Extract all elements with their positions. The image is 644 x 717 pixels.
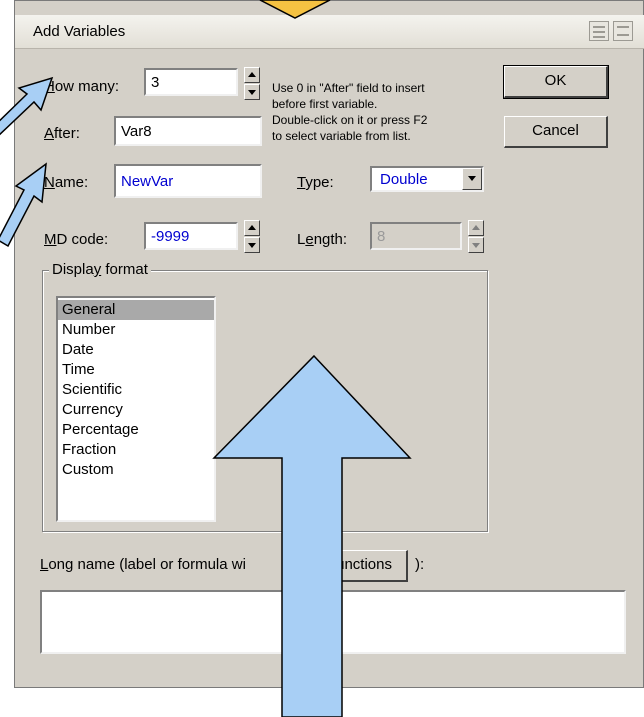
length-label: Length:: [297, 231, 348, 248]
window-title: Add Variables: [33, 23, 126, 40]
long-name-label: Long name (label or formula wi: [40, 556, 246, 573]
cancel-button[interactable]: Cancel: [504, 116, 608, 148]
list-item[interactable]: Scientific: [58, 380, 214, 400]
ok-button[interactable]: OK: [503, 65, 609, 99]
list-item[interactable]: Fraction: [58, 440, 214, 460]
md-code-input[interactable]: [144, 222, 238, 250]
list-item[interactable]: Time: [58, 360, 214, 380]
how-many-label: How many:: [44, 78, 120, 95]
display-format-title: Display format: [49, 261, 151, 278]
type-select[interactable]: Double: [370, 166, 484, 192]
length-stepper: [468, 220, 484, 254]
display-format-list[interactable]: General Number Date Time Scientific Currency P…: [56, 296, 216, 522]
after-input[interactable]: [114, 116, 262, 146]
functions-button[interactable]: unctions: [300, 550, 408, 582]
name-label: Name:: [44, 174, 89, 191]
list-item[interactable]: Number: [58, 320, 214, 340]
list-item[interactable]: Date: [58, 340, 214, 360]
type-label: Type:: [297, 174, 334, 191]
after-hint-text: Use 0 in "After" field to insert before …: [272, 81, 428, 143]
after-label: After:: [44, 125, 80, 142]
md-code-label: MD code:: [44, 231, 109, 248]
how-many-stepper[interactable]: [244, 67, 260, 101]
title-bar: Add Variables: [15, 15, 644, 49]
split-icon[interactable]: [613, 21, 633, 41]
type-select-value: Double: [380, 171, 428, 188]
list-item[interactable]: General: [58, 300, 214, 320]
long-name-close-paren: ):: [415, 556, 425, 573]
length-input: [370, 222, 462, 250]
how-many-input[interactable]: [144, 68, 238, 96]
name-input[interactable]: [114, 164, 262, 198]
long-name-textarea[interactable]: [40, 590, 626, 654]
list-item[interactable]: Custom: [58, 460, 214, 480]
tile-icon[interactable]: [589, 21, 609, 41]
chevron-down-icon[interactable]: [462, 168, 482, 190]
list-item[interactable]: Percentage: [58, 420, 214, 440]
md-code-stepper[interactable]: [244, 220, 260, 254]
list-item[interactable]: Currency: [58, 400, 214, 420]
